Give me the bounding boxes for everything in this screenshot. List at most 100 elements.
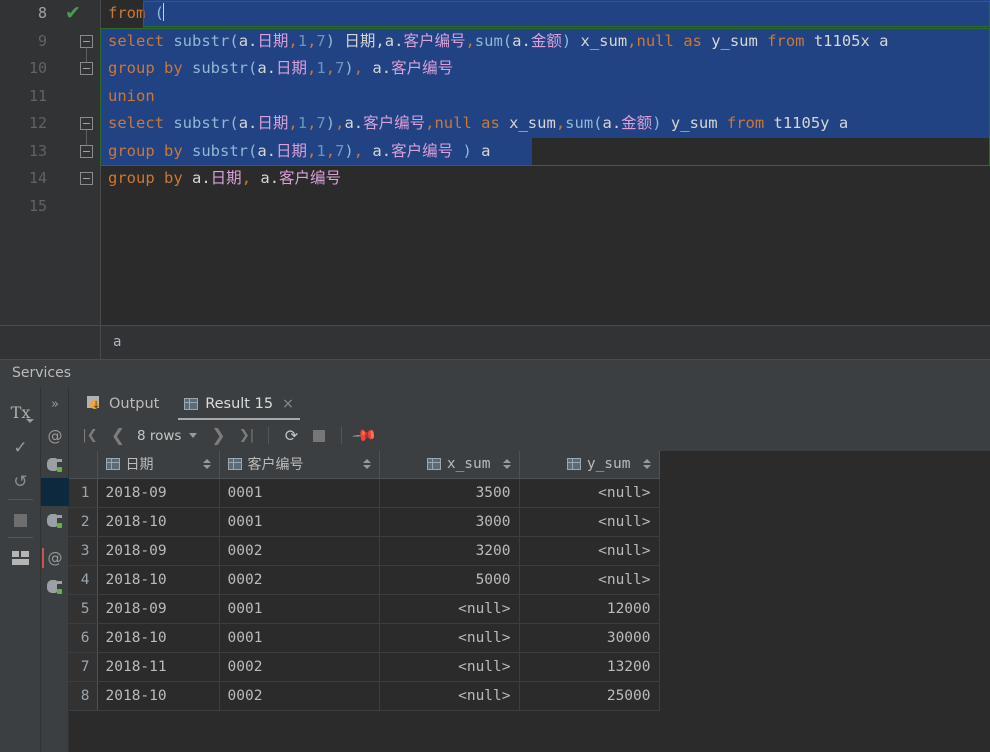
cell-x-sum[interactable]: <null> bbox=[379, 594, 520, 624]
sort-indicator-icon[interactable] bbox=[362, 459, 371, 470]
rows-dropdown-icon[interactable] bbox=[189, 433, 198, 438]
first-page-button[interactable]: |❮ bbox=[77, 423, 103, 449]
close-icon[interactable]: × bbox=[282, 396, 294, 412]
cell-x-sum[interactable]: 5000 bbox=[379, 565, 520, 595]
sort-indicator-icon[interactable] bbox=[642, 459, 651, 470]
sort-indicator-icon[interactable] bbox=[202, 459, 211, 470]
result-pagination-toolbar[interactable]: |❮ ❮ 8 rows ❯ ❯| ⟳ 📌 bbox=[69, 420, 990, 451]
cell-x-sum[interactable]: <null> bbox=[379, 623, 520, 653]
fold-toggle-icon[interactable] bbox=[80, 34, 93, 48]
tab-result-15[interactable]: Result 15 × bbox=[174, 387, 304, 420]
table-row[interactable]: 2 2018-10 0001 3000 <null> bbox=[69, 507, 660, 537]
connection-icon-1[interactable] bbox=[41, 450, 69, 478]
sql-editor[interactable]: 8 9 10 11 12 13 14 15 ✔ from (select substr(a.日… bbox=[0, 0, 990, 325]
result-table[interactable]: 日期 客户编号 x_sum y_sum 1 2018-09 0001 3500 <null> 2… bbox=[69, 451, 660, 711]
line-number[interactable]: 13 bbox=[0, 138, 55, 166]
code-line[interactable]: group by substr(a.日期,1,7), a.客户编号 bbox=[100, 55, 990, 83]
cell-y-sum[interactable]: 12000 bbox=[519, 594, 660, 624]
cell-date[interactable]: 2018-11 bbox=[97, 652, 220, 682]
cell-date[interactable]: 2018-10 bbox=[97, 507, 220, 537]
cell-y-sum[interactable]: <null> bbox=[519, 478, 660, 508]
cancel-query-button[interactable] bbox=[306, 423, 332, 449]
cell-customer-id[interactable]: 0002 bbox=[219, 565, 380, 595]
line-number[interactable]: 8 bbox=[0, 0, 55, 28]
prev-page-button[interactable]: ❮ bbox=[105, 423, 131, 449]
header-row[interactable]: 日期 客户编号 x_sum y_sum bbox=[69, 451, 660, 479]
code-line[interactable]: from ( bbox=[100, 0, 990, 28]
next-page-button[interactable]: ❯ bbox=[205, 423, 231, 449]
line-number[interactable]: 12 bbox=[0, 110, 55, 138]
layout-button[interactable] bbox=[0, 541, 41, 575]
code-content[interactable]: from (select substr(a.日期,1,7) 日期,a.客户编号,… bbox=[100, 0, 990, 325]
row-number[interactable]: 1 bbox=[69, 478, 98, 508]
connection-icon-2[interactable] bbox=[41, 506, 69, 534]
code-line[interactable]: group by a.日期, a.客户编号 bbox=[100, 165, 990, 193]
rollback-button[interactable]: ↺ bbox=[0, 465, 41, 499]
cell-customer-id[interactable]: 0002 bbox=[219, 536, 380, 566]
sort-indicator-icon[interactable] bbox=[502, 459, 511, 470]
fold-toggle-icon[interactable] bbox=[80, 62, 93, 75]
cell-y-sum[interactable]: 30000 bbox=[519, 623, 660, 653]
code-line[interactable]: union bbox=[100, 82, 990, 110]
cell-x-sum[interactable]: 3200 bbox=[379, 536, 520, 566]
cell-x-sum[interactable]: <null> bbox=[379, 681, 520, 711]
table-row[interactable]: 1 2018-09 0001 3500 <null> bbox=[69, 478, 660, 508]
rows-count-label[interactable]: 8 rows bbox=[133, 428, 185, 444]
cell-x-sum[interactable]: 3500 bbox=[379, 478, 520, 508]
line-number[interactable]: 9 bbox=[0, 28, 55, 56]
cell-date[interactable]: 2018-09 bbox=[97, 536, 220, 566]
stop-button[interactable] bbox=[0, 503, 41, 537]
pin-tab-button[interactable]: 📌 bbox=[351, 422, 378, 449]
tx-mode-button[interactable]: Tx bbox=[0, 395, 41, 429]
cell-customer-id[interactable]: 0002 bbox=[219, 681, 380, 711]
services-tool-window-header[interactable]: Services bbox=[0, 359, 990, 387]
row-number[interactable]: 4 bbox=[69, 565, 98, 595]
column-header-日期[interactable]: 日期 bbox=[97, 451, 220, 479]
commit-button[interactable]: ✓ bbox=[0, 431, 41, 465]
row-number[interactable]: 6 bbox=[69, 623, 98, 653]
column-header-客户编号[interactable]: 客户编号 bbox=[219, 451, 380, 479]
at-icon-1[interactable]: @ bbox=[41, 422, 69, 450]
table-row[interactable]: 6 2018-10 0001 <null> 30000 bbox=[69, 623, 660, 653]
connection-icon-3[interactable] bbox=[41, 572, 69, 600]
line-number[interactable]: 14 bbox=[0, 165, 55, 193]
cell-date[interactable]: 2018-09 bbox=[97, 594, 220, 624]
cell-y-sum[interactable]: 25000 bbox=[519, 681, 660, 711]
database-rail[interactable]: » @ @ bbox=[41, 387, 69, 752]
cell-date[interactable]: 2018-10 bbox=[97, 565, 220, 595]
cell-x-sum[interactable]: <null> bbox=[379, 652, 520, 682]
table-row[interactable]: 7 2018-11 0002 <null> 13200 bbox=[69, 652, 660, 682]
result-table-body[interactable]: 1 2018-09 0001 3500 <null> 2 2018-10 0001 3000 <n… bbox=[69, 478, 660, 711]
fold-toggle-icon[interactable] bbox=[80, 144, 93, 158]
cell-x-sum[interactable]: 3000 bbox=[379, 507, 520, 537]
cell-date[interactable]: 2018-10 bbox=[97, 681, 220, 711]
cell-customer-id[interactable]: 0001 bbox=[219, 507, 380, 537]
refresh-button[interactable]: ⟳ bbox=[278, 423, 304, 449]
editor-marker-gutter[interactable]: ✔ bbox=[55, 0, 100, 325]
cell-y-sum[interactable]: <null> bbox=[519, 565, 660, 595]
last-page-button[interactable]: ❯| bbox=[233, 423, 259, 449]
table-row[interactable]: 3 2018-09 0002 3200 <null> bbox=[69, 536, 660, 566]
cell-customer-id[interactable]: 0001 bbox=[219, 594, 380, 624]
cell-y-sum[interactable]: <null> bbox=[519, 536, 660, 566]
table-row[interactable]: 4 2018-10 0002 5000 <null> bbox=[69, 565, 660, 595]
at-icon-2[interactable]: @ bbox=[41, 544, 69, 572]
tab-output[interactable]: ↓ Output bbox=[77, 387, 169, 420]
cell-y-sum[interactable]: <null> bbox=[519, 507, 660, 537]
cell-y-sum[interactable]: 13200 bbox=[519, 652, 660, 682]
fold-toggle-icon[interactable] bbox=[80, 172, 93, 185]
expand-rail-button[interactable]: » bbox=[41, 390, 69, 418]
code-line[interactable]: select substr(a.日期,1,7),a.客户编号,null as x… bbox=[100, 110, 990, 138]
cell-customer-id[interactable]: 0002 bbox=[219, 652, 380, 682]
line-number[interactable]: 11 bbox=[0, 83, 55, 111]
line-number[interactable]: 10 bbox=[0, 55, 55, 83]
cell-customer-id[interactable]: 0001 bbox=[219, 623, 380, 653]
row-number[interactable]: 3 bbox=[69, 536, 98, 566]
row-number[interactable]: 7 bbox=[69, 652, 98, 682]
cell-date[interactable]: 2018-09 bbox=[97, 478, 220, 508]
code-line[interactable] bbox=[100, 193, 990, 221]
connection-selected[interactable] bbox=[41, 478, 69, 506]
row-number[interactable]: 5 bbox=[69, 594, 98, 624]
code-line[interactable]: group by substr(a.日期,1,7), a.客户编号 ) a bbox=[100, 137, 990, 165]
column-header-x_sum[interactable]: x_sum bbox=[379, 451, 520, 479]
